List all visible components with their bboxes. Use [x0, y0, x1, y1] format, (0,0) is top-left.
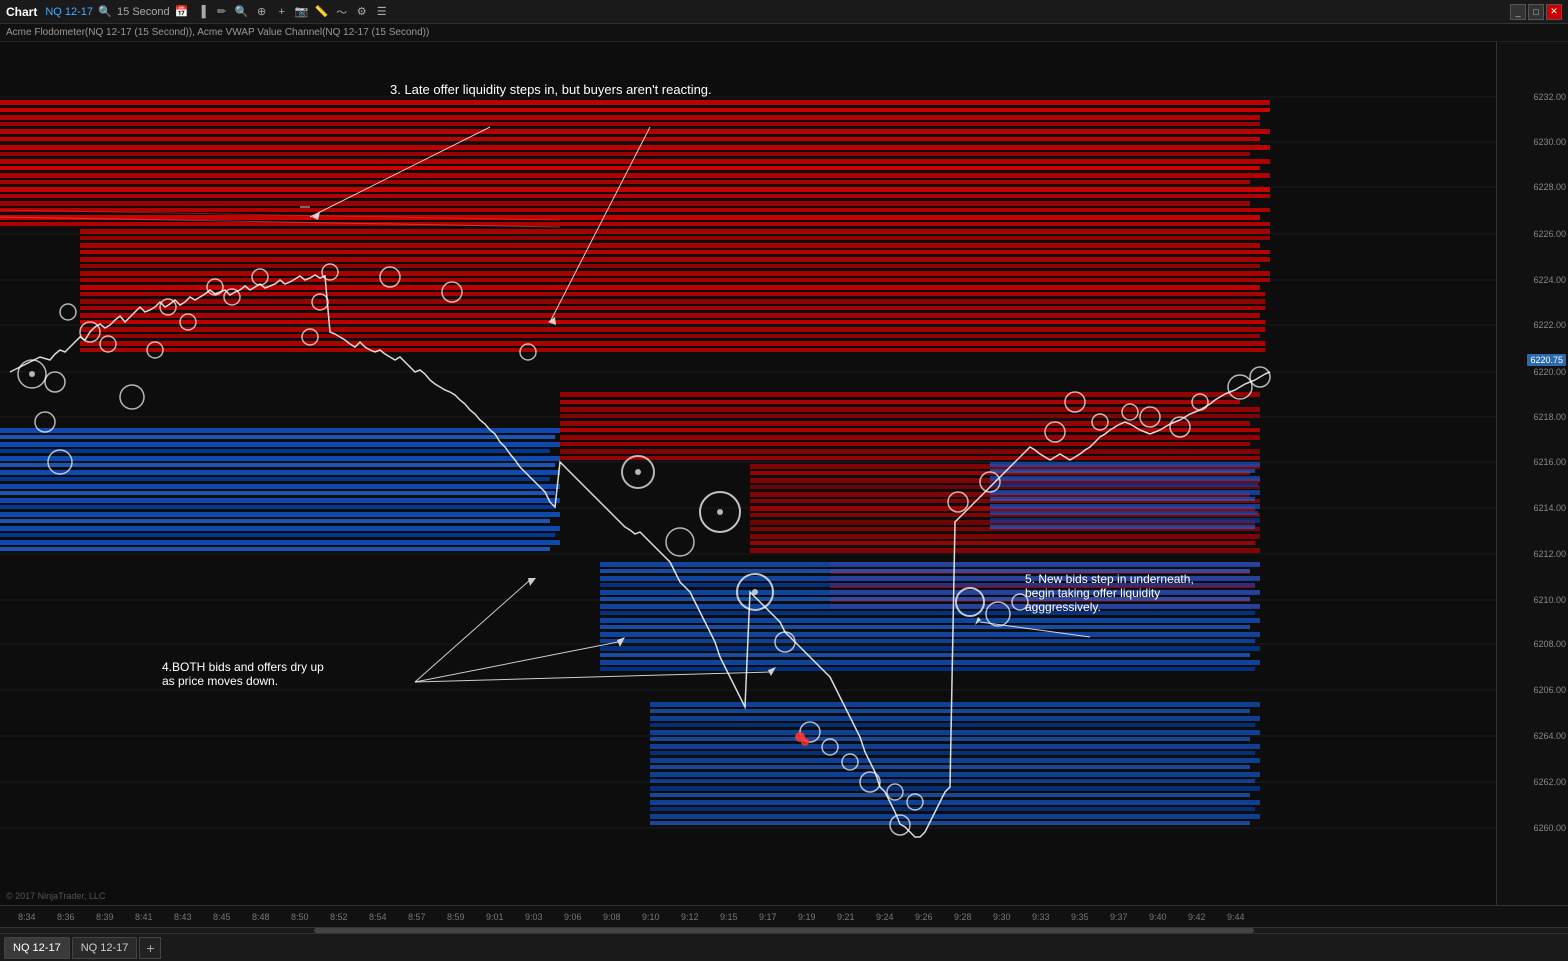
maximize-button[interactable]: □: [1528, 4, 1544, 20]
tab-nq-1[interactable]: NQ 12-17: [4, 937, 70, 959]
ruler-icon[interactable]: 📏: [314, 4, 330, 20]
time-label: 9:12: [681, 912, 699, 922]
price-label: 6208.00: [1533, 639, 1566, 649]
time-label: 8:34: [18, 912, 36, 922]
time-label: 8:54: [369, 912, 387, 922]
time-label: 8:59: [447, 912, 465, 922]
calendar-icon[interactable]: 📅: [174, 4, 190, 20]
time-axis: 8:34 8:36 8:39 8:41 8:43 8:45 8:48 8:50 8:52 8:54…: [0, 905, 1568, 927]
plus-icon[interactable]: +: [274, 4, 290, 20]
time-label: 9:40: [1149, 912, 1167, 922]
time-label: 8:43: [174, 912, 192, 922]
price-label: 6206.00: [1533, 685, 1566, 695]
time-label: 8:45: [213, 912, 231, 922]
zoom-icon[interactable]: 🔍: [234, 4, 250, 20]
price-label: 6212.00: [1533, 549, 1566, 559]
time-label: 9:44: [1227, 912, 1245, 922]
title-bar: Chart NQ 12-17 🔍 15 Second 📅 ▐ ✏ 🔍 ⊕ + 📷…: [0, 0, 1568, 24]
app-title: Chart: [6, 5, 37, 19]
subtitle-bar: Acme Flodometer(NQ 12-17 (15 Second)), A…: [0, 24, 1568, 42]
settings-icon[interactable]: ⚙: [354, 4, 370, 20]
chart-svg: [0, 42, 1496, 905]
time-label: 9:37: [1110, 912, 1128, 922]
search-icon[interactable]: 🔍: [97, 4, 113, 20]
price-scale: 6232.00 6230.00 6228.00 6226.00 6224.00 6222.…: [1496, 42, 1568, 905]
time-label: 8:36: [57, 912, 75, 922]
time-label: 9:19: [798, 912, 816, 922]
price-label: 6226.00: [1533, 229, 1566, 239]
crosshair-icon[interactable]: ⊕: [254, 4, 270, 20]
timeframe-label: 15 Second: [117, 6, 170, 18]
price-label: 6214.00: [1533, 503, 1566, 513]
time-label: 9:01: [486, 912, 504, 922]
time-label: 9:21: [837, 912, 855, 922]
close-button[interactable]: ✕: [1546, 4, 1562, 20]
price-label: 6264.00: [1533, 731, 1566, 741]
time-label: 9:26: [915, 912, 933, 922]
price-label: 6224.00: [1533, 275, 1566, 285]
toolbar: NQ 12-17 🔍 15 Second 📅 ▐ ✏ 🔍 ⊕ + 📷 📏 〜 ⚙…: [45, 4, 389, 20]
time-label: 9:42: [1188, 912, 1206, 922]
tab-bar: NQ 12-17 NQ 12-17 +: [0, 933, 1568, 961]
copyright: © 2017 NinjaTrader, LLC: [6, 891, 105, 901]
main-area: 3. Late offer liquidity steps in, but bu…: [0, 42, 1568, 905]
price-label: 6260.00: [1533, 823, 1566, 833]
time-label: 9:30: [993, 912, 1011, 922]
time-label: 9:17: [759, 912, 777, 922]
price-label: 6232.00: [1533, 92, 1566, 102]
time-label: 9:24: [876, 912, 894, 922]
scrollbar-thumb[interactable]: [314, 928, 1255, 933]
time-label: 9:35: [1071, 912, 1089, 922]
price-label: 6262.00: [1533, 777, 1566, 787]
time-label: 9:03: [525, 912, 543, 922]
time-label: 8:48: [252, 912, 270, 922]
camera-icon[interactable]: 📷: [294, 4, 310, 20]
bar-chart-icon[interactable]: ▐: [194, 4, 210, 20]
time-label: 8:50: [291, 912, 309, 922]
time-label: 9:15: [720, 912, 738, 922]
price-label: 6220.75: [1527, 354, 1566, 366]
scrollbar-area[interactable]: [0, 927, 1568, 933]
tab-nq-2[interactable]: NQ 12-17: [72, 937, 138, 959]
time-label: 9:10: [642, 912, 660, 922]
instrument-label: NQ 12-17: [45, 6, 93, 18]
time-label: 9:08: [603, 912, 621, 922]
window-controls[interactable]: _ □ ✕: [1510, 4, 1562, 20]
list-icon[interactable]: ☰: [374, 4, 390, 20]
time-label: 9:06: [564, 912, 582, 922]
add-tab-button[interactable]: +: [139, 937, 161, 959]
subtitle-text: Acme Flodometer(NQ 12-17 (15 Second)), A…: [6, 27, 429, 38]
wave-icon[interactable]: 〜: [334, 4, 350, 20]
price-label: 6228.00: [1533, 182, 1566, 192]
minimize-button[interactable]: _: [1510, 4, 1526, 20]
time-label: 8:57: [408, 912, 426, 922]
time-label: 9:28: [954, 912, 972, 922]
price-label: 6216.00: [1533, 457, 1566, 467]
price-label: 6230.00: [1533, 137, 1566, 147]
price-label: 6220.00: [1533, 367, 1566, 377]
time-label: 8:52: [330, 912, 348, 922]
time-label: 8:39: [96, 912, 114, 922]
price-label: 6218.00: [1533, 412, 1566, 422]
chart-canvas[interactable]: 3. Late offer liquidity steps in, but bu…: [0, 42, 1496, 905]
price-label: 6222.00: [1533, 320, 1566, 330]
time-label: 8:41: [135, 912, 153, 922]
time-label: 9:33: [1032, 912, 1050, 922]
price-label: 6210.00: [1533, 595, 1566, 605]
pencil-icon[interactable]: ✏: [214, 4, 230, 20]
